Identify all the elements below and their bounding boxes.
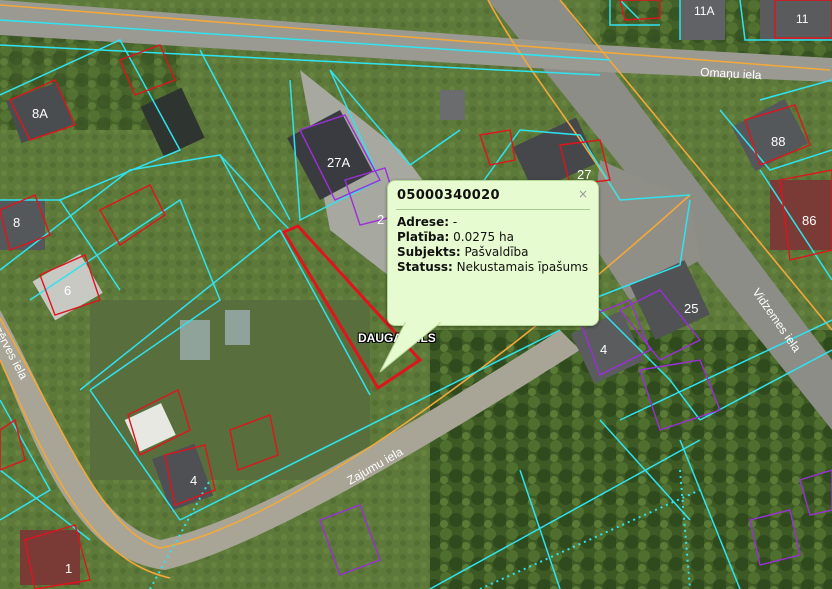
house-number: 4 — [190, 473, 197, 488]
close-icon[interactable]: × — [578, 187, 588, 201]
field-label: Platība: — [397, 230, 450, 244]
field-label: Adrese: — [397, 215, 450, 229]
house-number: 27A — [327, 155, 350, 170]
vegetation-area — [430, 330, 832, 589]
house-number: 25 — [684, 301, 698, 316]
house-number: 86 — [802, 213, 816, 228]
house-number: 8A — [32, 106, 48, 121]
field-statuss: Statuss: Nekustamais īpašums — [397, 260, 589, 275]
popup-divider — [396, 209, 590, 210]
popup-body: Adrese: - Platība: 0.0275 ha Subjekts: P… — [397, 215, 589, 275]
house-number: 6 — [64, 283, 71, 298]
parcel-info-popup[interactable]: 05000340020 × Adrese: - Platība: 0.0275 … — [387, 180, 599, 326]
city-overlay-label: DAUGAVPILS — [358, 331, 436, 345]
house-number: 11 — [796, 12, 809, 26]
cadastre-number: 05000340020 — [397, 188, 500, 203]
field-subjekts: Subjekts: Pašvaldība — [397, 245, 589, 260]
field-value: Nekustamais īpašums — [456, 260, 589, 274]
house-number: 88 — [771, 134, 785, 149]
house-number: 4 — [600, 342, 607, 357]
field-value: - — [452, 215, 458, 229]
field-platiba: Platība: 0.0275 ha — [397, 230, 589, 245]
house-number: 11A — [694, 4, 714, 18]
house-number: 1 — [65, 561, 72, 576]
house-number: 8 — [13, 215, 20, 230]
field-value: Pašvaldība — [464, 245, 529, 259]
field-value: 0.0275 ha — [453, 230, 514, 244]
field-label: Statuss: — [397, 260, 453, 274]
house-number: 2 — [377, 212, 384, 227]
field-label: Subjekts: — [397, 245, 461, 259]
field-adrese: Adrese: - — [397, 215, 589, 230]
